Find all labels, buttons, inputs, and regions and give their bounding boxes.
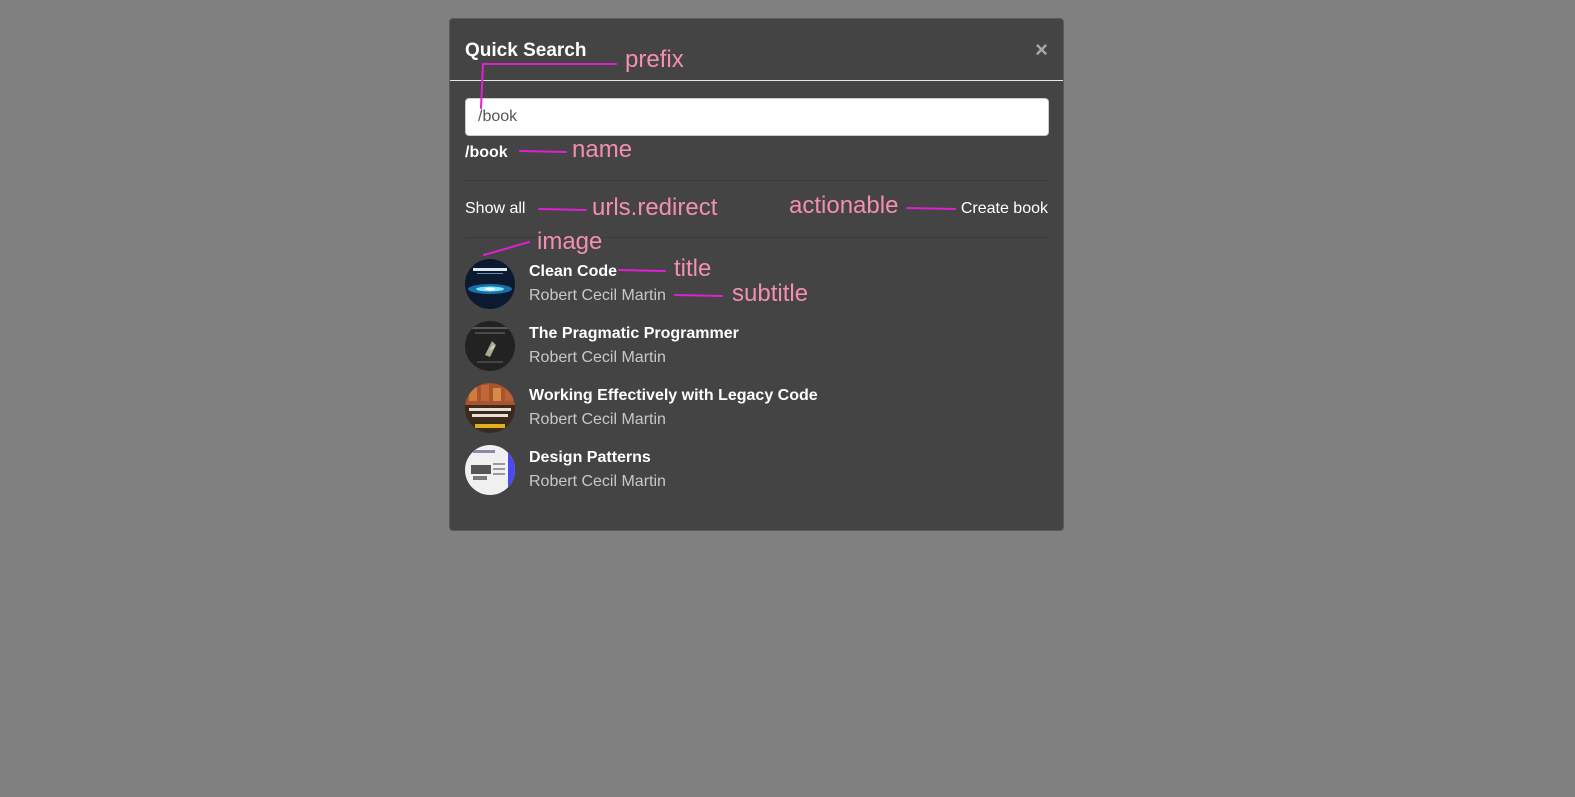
clean-code-cover-icon — [465, 259, 515, 309]
result-title: Working Effectively with Legacy Code — [529, 387, 818, 404]
result-title: Design Patterns — [529, 449, 651, 466]
quick-search-modal: Quick Search × /book Show all Create boo… — [449, 18, 1064, 531]
annotation-name: name — [572, 136, 633, 163]
group-name: /book — [465, 144, 508, 161]
result-item[interactable]: The Pragmatic Programmer Robert Cecil Ma… — [465, 321, 1049, 383]
result-title: The Pragmatic Programmer — [529, 325, 739, 342]
annotation-subtitle: subtitle — [732, 280, 809, 307]
annotation-prefix: prefix — [625, 46, 684, 73]
result-subtitle: Robert Cecil Martin — [529, 473, 666, 490]
pragmatic-programmer-cover-icon — [465, 321, 515, 371]
modal-header: Quick Search × — [450, 19, 1063, 81]
modal-title: Quick Search — [465, 40, 587, 61]
result-item[interactable]: Design Patterns Robert Cecil Martin — [465, 445, 1049, 507]
result-title: Clean Code — [529, 263, 618, 280]
page-backdrop: Quick Search × /book Show all Create boo… — [0, 0, 1575, 797]
result-subtitle: Robert Cecil Martin — [529, 349, 666, 366]
annotation-title: title — [674, 255, 712, 282]
divider — [465, 180, 1049, 181]
close-icon[interactable]: × — [1035, 39, 1048, 61]
result-subtitle: Robert Cecil Martin — [529, 411, 666, 428]
annotation-redirect: urls.redirect — [592, 194, 718, 221]
annotation-actionable: actionable — [789, 192, 899, 219]
search-input[interactable] — [465, 98, 1049, 136]
annotation-image: image — [537, 228, 603, 255]
show-all-link[interactable]: Show all — [465, 200, 525, 218]
result-subtitle: Robert Cecil Martin — [529, 287, 666, 304]
create-book-link[interactable]: Create book — [961, 200, 1048, 218]
design-patterns-cover-icon — [465, 445, 515, 495]
result-item[interactable]: Working Effectively with Legacy Code Rob… — [465, 383, 1049, 445]
legacy-code-cover-icon — [465, 383, 515, 433]
